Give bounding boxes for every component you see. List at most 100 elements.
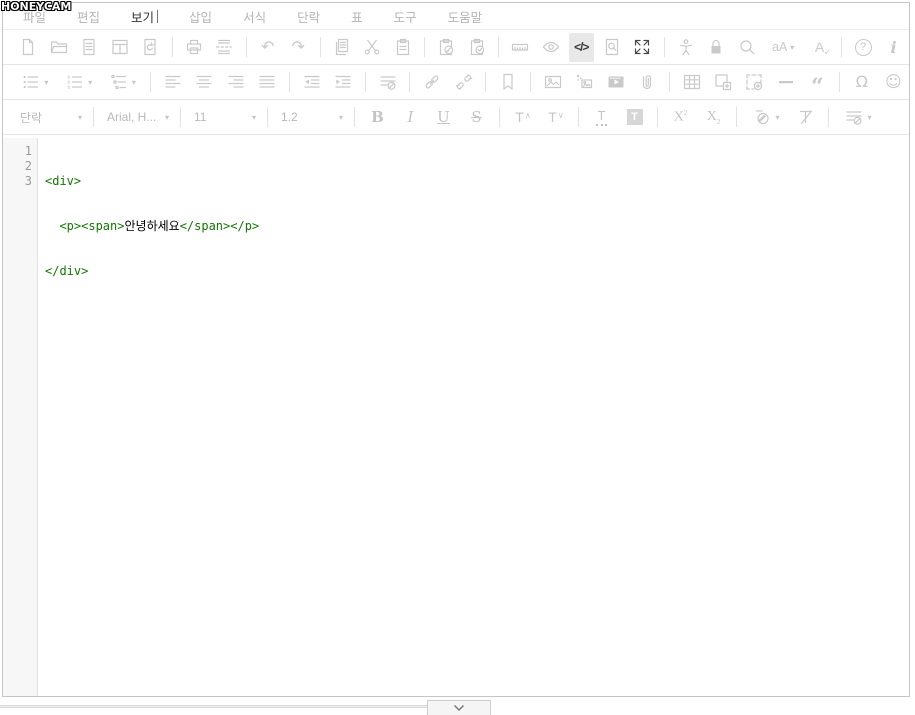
separator — [485, 72, 486, 92]
chevron-down-icon: ▾ — [132, 78, 136, 87]
blockquote-button[interactable]: “ — [805, 68, 830, 97]
undo-button[interactable]: ↶ — [256, 33, 281, 62]
restore-document-button[interactable] — [138, 33, 163, 62]
new-document-button[interactable] — [16, 33, 41, 62]
attachment-button[interactable] — [634, 68, 659, 97]
template-button[interactable] — [108, 33, 133, 62]
numbered-list-button[interactable]: ▾ — [60, 68, 98, 97]
paste-special-button[interactable] — [465, 33, 490, 62]
unlink-button[interactable] — [451, 68, 476, 97]
multilevel-list-button[interactable]: ▾ — [103, 68, 141, 97]
help-icon: ? — [855, 39, 872, 56]
text-style-button[interactable]: ▾ — [746, 103, 786, 132]
menu-table[interactable]: 표 — [351, 7, 363, 26]
superscript-button[interactable]: X2 — [667, 103, 694, 132]
line-number: 3 — [3, 174, 32, 189]
menu-insert[interactable]: 삽입 — [189, 7, 212, 26]
background-color-button[interactable]: T — [621, 103, 648, 132]
line-height-select[interactable]: 1.2▾ — [274, 103, 348, 132]
code-editor[interactable]: 1 2 3 <div> <p><span>안녕하세요</span></p> </… — [3, 138, 909, 696]
line-style-dropdown-button[interactable]: ▾ — [838, 103, 878, 132]
subscript-button[interactable]: X2 — [700, 103, 727, 132]
paste-button[interactable] — [391, 33, 416, 62]
code-content[interactable]: <div> <p><span>안녕하세요</span></p> </div> — [38, 138, 259, 696]
menu-view[interactable]: 보기 — [131, 7, 158, 26]
font-family-select[interactable]: Arial, H...▾ — [100, 103, 174, 132]
smiley-icon: ☺ — [885, 74, 902, 90]
case-change-button[interactable]: aA▾ — [765, 33, 801, 62]
info-button[interactable]: i — [881, 33, 906, 62]
menu-caret — [157, 10, 158, 23]
separator — [664, 37, 665, 57]
insert-frame-button[interactable] — [710, 68, 735, 97]
document-button[interactable] — [77, 33, 102, 62]
spellcheck-button[interactable]: A✓ — [807, 33, 832, 62]
preview-eye-icon — [541, 37, 561, 57]
horizontal-rule-icon — [776, 72, 796, 92]
italic-button[interactable]: I — [397, 103, 424, 132]
print-button[interactable] — [182, 33, 207, 62]
page-break-button[interactable] — [212, 33, 237, 62]
document-icon — [79, 37, 99, 57]
menu-format[interactable]: 서식 — [243, 7, 266, 26]
image-button[interactable] — [540, 68, 565, 97]
text-color-button[interactable]: T — [588, 103, 615, 132]
open-button[interactable] — [47, 33, 72, 62]
indent-button[interactable] — [331, 68, 356, 97]
menu-tools[interactable]: 도구 — [394, 7, 417, 26]
cut-button[interactable] — [360, 33, 385, 62]
line-number: 2 — [3, 159, 32, 174]
clear-format-button[interactable] — [792, 103, 819, 132]
redo-button[interactable]: ↷ — [286, 33, 311, 62]
bold-button[interactable]: B — [364, 103, 391, 132]
separator — [669, 72, 670, 92]
special-character-button[interactable]: Ω — [849, 68, 874, 97]
font-size-up-button[interactable]: T∧ — [509, 103, 536, 132]
ruler-button[interactable] — [508, 33, 533, 62]
separator — [841, 37, 842, 57]
find-replace-button[interactable] — [735, 33, 760, 62]
strikethrough-button[interactable]: S — [463, 103, 490, 132]
photo-effects-button[interactable] — [571, 68, 596, 97]
align-center-button[interactable] — [192, 68, 217, 97]
separator — [172, 37, 173, 57]
spellcheck-icon: A✓ — [815, 39, 824, 55]
underline-button[interactable]: U — [430, 103, 457, 132]
paste-as-text-button[interactable] — [434, 33, 459, 62]
accessibility-button[interactable] — [674, 33, 699, 62]
align-justify-button[interactable] — [255, 68, 280, 97]
menu-paragraph[interactable]: 단락 — [297, 7, 320, 26]
link-button[interactable] — [419, 68, 444, 97]
code-view-button[interactable]: </> — [569, 33, 594, 62]
paragraph-format-select[interactable]: 단락▾ — [13, 103, 87, 132]
align-right-button[interactable] — [223, 68, 248, 97]
chevron-down-icon: ▾ — [775, 113, 779, 122]
expand-editor-button[interactable] — [427, 700, 491, 715]
background-color-icon: T — [627, 109, 643, 125]
outdent-button[interactable] — [299, 68, 324, 97]
copy-button[interactable] — [330, 33, 355, 62]
fullscreen-button[interactable] — [630, 33, 655, 62]
emoticon-button[interactable]: ☺ — [881, 68, 906, 97]
align-left-button[interactable] — [160, 68, 185, 97]
table-button[interactable] — [679, 68, 704, 97]
menu-help[interactable]: 도움말 — [448, 7, 483, 26]
font-size-down-button[interactable]: T∨ — [542, 103, 569, 132]
subscript-icon: X2 — [707, 109, 721, 126]
line-style-icon — [378, 72, 398, 92]
info-icon: i — [891, 38, 897, 57]
horizontal-rule-button[interactable] — [773, 68, 798, 97]
capture-plus-button[interactable] — [742, 68, 767, 97]
line-style-button[interactable] — [375, 68, 400, 97]
lock-button[interactable] — [704, 33, 729, 62]
video-button[interactable] — [603, 68, 628, 97]
help-button[interactable]: ? — [851, 33, 876, 62]
align-center-icon — [194, 72, 214, 92]
bookmark-button[interactable] — [495, 68, 520, 97]
italic-icon: I — [408, 108, 414, 126]
font-size-select[interactable]: 11▾ — [187, 103, 261, 132]
menu-edit[interactable]: 편집 — [77, 7, 100, 26]
document-preview-button[interactable] — [600, 33, 625, 62]
bullet-list-button[interactable]: ▾ — [16, 68, 54, 97]
preview-button[interactable] — [539, 33, 564, 62]
